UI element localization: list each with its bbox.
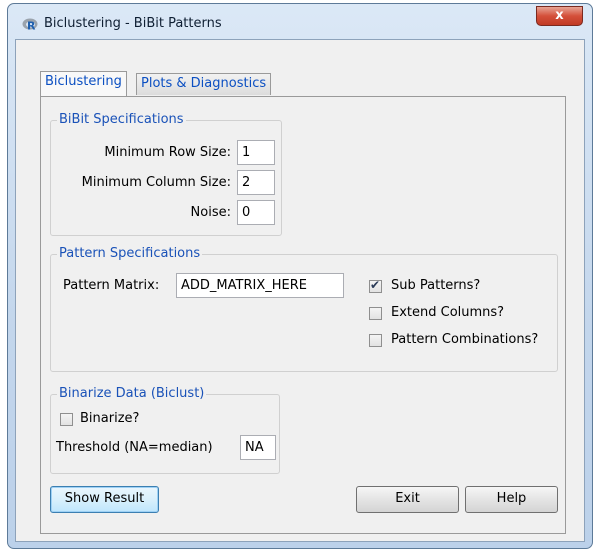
dialog-client-area: Biclustering Plots & Diagnostics BiBit S… bbox=[15, 39, 585, 542]
min-row-size-label: Minimum Row Size: bbox=[104, 145, 231, 160]
help-button[interactable]: Help bbox=[465, 486, 558, 513]
threshold-label: Threshold (NA=median) bbox=[56, 440, 213, 455]
exit-button[interactable]: Exit bbox=[356, 486, 459, 513]
min-column-size-input[interactable]: 2 bbox=[237, 170, 275, 195]
bibit-specifications-group: BiBit Specifications Minimum Row Size: 1… bbox=[50, 112, 282, 236]
close-button[interactable]: x bbox=[536, 6, 583, 26]
pattern-matrix-input[interactable]: ADD_MATRIX_HERE bbox=[176, 273, 344, 298]
threshold-input[interactable]: NA bbox=[240, 435, 276, 460]
pattern-matrix-label: Pattern Matrix: bbox=[63, 278, 160, 293]
pattern-combinations-checkbox[interactable] bbox=[369, 334, 382, 347]
close-icon: x bbox=[555, 8, 564, 23]
group-title: Binarize Data (Biclust) bbox=[57, 386, 207, 402]
show-result-button[interactable]: Show Result bbox=[50, 486, 159, 513]
window-title: Biclustering - BiBit Patterns bbox=[44, 16, 222, 31]
tab-plots-diagnostics[interactable]: Plots & Diagnostics bbox=[136, 73, 272, 95]
group-title: BiBit Specifications bbox=[57, 112, 186, 128]
pattern-combinations-label: Pattern Combinations? bbox=[391, 332, 539, 347]
min-column-size-label: Minimum Column Size: bbox=[81, 175, 231, 190]
sub-patterns-label: Sub Patterns? bbox=[391, 278, 481, 293]
noise-label: Noise: bbox=[190, 205, 231, 220]
checkmark-icon: ✔ bbox=[370, 278, 381, 292]
extend-columns-checkbox[interactable] bbox=[369, 307, 382, 320]
binarize-label: Binarize? bbox=[80, 411, 140, 426]
r-logo-icon: R bbox=[22, 18, 38, 32]
title-bar[interactable]: R Biclustering - BiBit Patterns x bbox=[8, 4, 592, 40]
binarize-data-group: Binarize Data (Biclust) Binarize? Thresh… bbox=[50, 386, 280, 474]
tab-biclustering[interactable]: Biclustering bbox=[40, 71, 127, 96]
group-title: Pattern Specifications bbox=[57, 246, 203, 262]
svg-text:R: R bbox=[27, 20, 36, 32]
min-row-size-input[interactable]: 1 bbox=[237, 140, 275, 165]
sub-patterns-checkbox[interactable]: ✔ bbox=[369, 278, 382, 293]
extend-columns-label: Extend Columns? bbox=[391, 305, 505, 320]
dialog-window: R Biclustering - BiBit Patterns x Biclus… bbox=[7, 3, 593, 549]
binarize-checkbox[interactable] bbox=[60, 413, 73, 426]
pattern-specifications-group: Pattern Specifications Pattern Matrix: A… bbox=[50, 246, 558, 372]
noise-input[interactable]: 0 bbox=[237, 200, 275, 225]
tab-panel-biclustering: BiBit Specifications Minimum Row Size: 1… bbox=[40, 96, 566, 534]
